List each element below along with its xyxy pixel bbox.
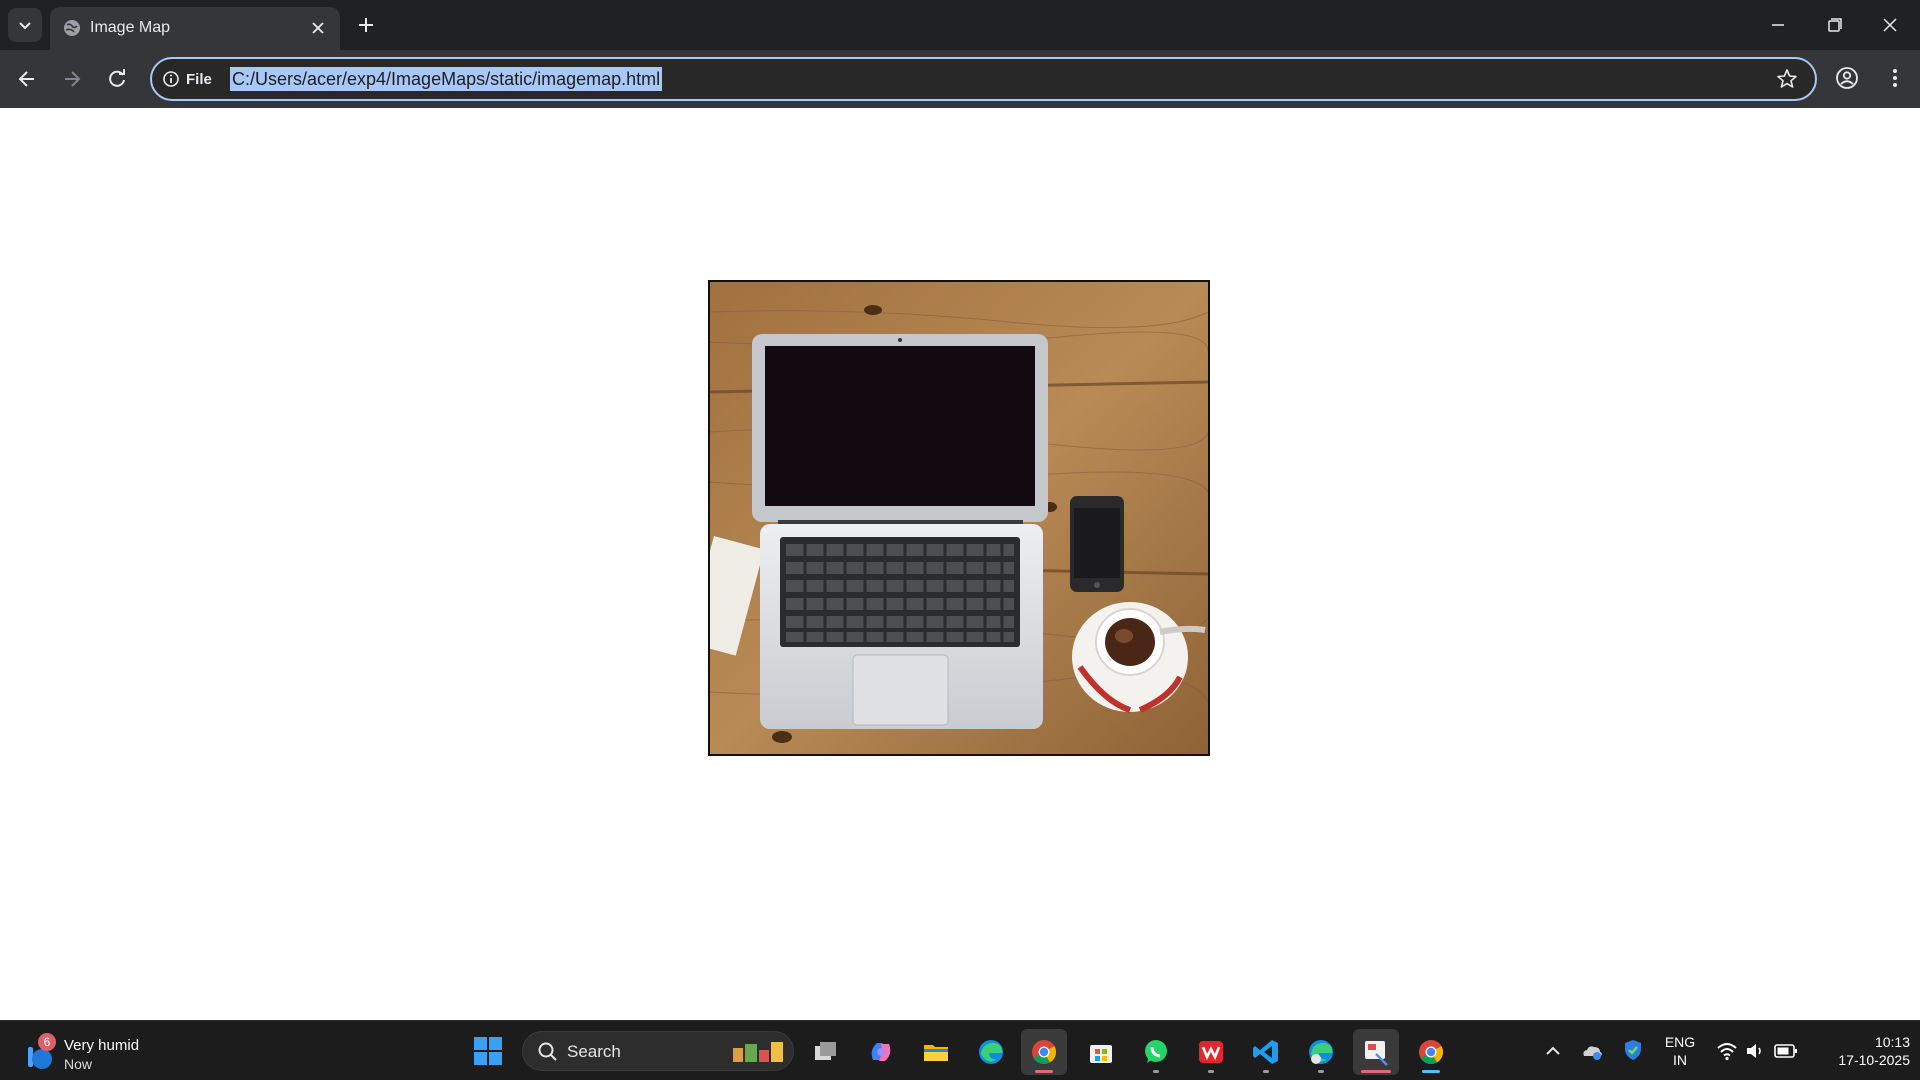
weather-widget[interactable]: 6 Very humid Now (20, 1029, 160, 1073)
security-shield-icon[interactable] (1621, 1038, 1645, 1062)
kebab-menu-icon[interactable] (1882, 65, 1908, 91)
vscode-icon (1253, 1040, 1278, 1064)
notification-badge: 6 (38, 1033, 56, 1051)
restore-icon[interactable] (1822, 14, 1846, 36)
laptop-desk-image-map[interactable] (708, 280, 1210, 756)
search-highlight-icon (733, 1042, 783, 1062)
language-line1: ENG (1664, 1034, 1696, 1050)
weather-title: Very humid (64, 1037, 140, 1054)
bookmark-star-icon[interactable] (1775, 67, 1799, 91)
close-tab-icon[interactable] (308, 18, 328, 38)
chevron-down-icon (19, 22, 31, 30)
wifi-icon[interactable] (1716, 1041, 1738, 1061)
clock-time: 10:13 (1874, 1034, 1910, 1050)
chevron-up-icon[interactable] (1543, 1041, 1563, 1061)
globe-icon (64, 20, 80, 36)
tab-search-button[interactable] (8, 8, 42, 42)
running-indicator (1035, 1070, 1053, 1073)
running-indicator (1208, 1070, 1214, 1073)
running-indicator (1361, 1070, 1391, 1073)
running-indicator (1318, 1070, 1324, 1073)
taskbar-search[interactable]: Search (522, 1031, 794, 1071)
chrome-button[interactable] (1021, 1029, 1067, 1075)
windows-start-icon[interactable] (472, 1035, 504, 1067)
whatsapp-icon (1145, 1040, 1167, 1063)
clock-date: 17-10-2025 (1838, 1052, 1910, 1068)
site-info-chip[interactable]: File (162, 67, 212, 91)
taskbar: 6 Very humid Now Search ENG IN 10:13 17-… (0, 1020, 1920, 1080)
edge-button[interactable] (968, 1029, 1014, 1075)
forward-arrow-icon[interactable] (59, 66, 85, 92)
task-view-button[interactable] (803, 1029, 849, 1075)
tab-strip: Image Map (0, 0, 1920, 50)
page-content (0, 108, 1920, 1020)
battery-icon[interactable] (1774, 1042, 1798, 1060)
store-icon (1090, 1045, 1112, 1063)
chrome-icon (1419, 1040, 1444, 1065)
language-line2: IN (1673, 1052, 1687, 1068)
edge-profile-icon (1309, 1040, 1333, 1064)
wps-office-button[interactable] (1188, 1029, 1234, 1075)
volume-icon[interactable] (1744, 1041, 1766, 1061)
running-indicator (1263, 1070, 1269, 1073)
snipping-tool-icon (1365, 1041, 1388, 1066)
vscode-button[interactable] (1243, 1029, 1289, 1075)
scheme-label: File (186, 70, 212, 88)
info-icon (163, 71, 179, 87)
laptop-desk-photo-icon (710, 282, 1208, 754)
address-bar[interactable]: File C:/Users/acer/exp4/ImageMaps/static… (150, 57, 1817, 101)
search-icon (538, 1042, 557, 1061)
profile-icon[interactable] (1834, 65, 1860, 91)
running-indicator (1153, 1070, 1159, 1073)
clock[interactable]: 10:13 17-10-2025 (1810, 1033, 1910, 1069)
reload-icon[interactable] (104, 66, 130, 92)
language-indicator[interactable]: ENG IN (1660, 1033, 1700, 1069)
edge-profile-button[interactable] (1298, 1029, 1344, 1075)
store-button[interactable] (1078, 1029, 1124, 1075)
task-view-icon (815, 1042, 836, 1060)
weather-subtitle: Now (64, 1056, 93, 1072)
folder-icon (924, 1045, 948, 1061)
running-indicator (1422, 1070, 1440, 1073)
copilot-button[interactable] (858, 1029, 904, 1075)
new-tab-icon[interactable] (355, 14, 377, 36)
active-tab[interactable]: Image Map (50, 7, 340, 50)
search-label: Search (567, 1042, 621, 1061)
back-arrow-icon[interactable] (14, 66, 40, 92)
url-text[interactable]: C:/Users/acer/exp4/ImageMaps/static/imag… (230, 67, 663, 91)
close-window-icon[interactable] (1878, 14, 1902, 36)
file-explorer-button[interactable] (913, 1029, 959, 1075)
browser-toolbar: File C:/Users/acer/exp4/ImageMaps/static… (0, 50, 1920, 108)
edge-icon (979, 1040, 1003, 1064)
onedrive-icon[interactable] (1580, 1039, 1604, 1063)
snipping-tool-button[interactable] (1353, 1029, 1399, 1075)
tab-title: Image Map (90, 19, 171, 36)
chrome-active-button[interactable] (1408, 1029, 1454, 1075)
wps-icon (1199, 1041, 1223, 1063)
whatsapp-button[interactable] (1133, 1029, 1179, 1075)
chrome-icon (1032, 1040, 1057, 1065)
copilot-icon (871, 1043, 891, 1061)
minimize-icon[interactable] (1766, 14, 1790, 36)
